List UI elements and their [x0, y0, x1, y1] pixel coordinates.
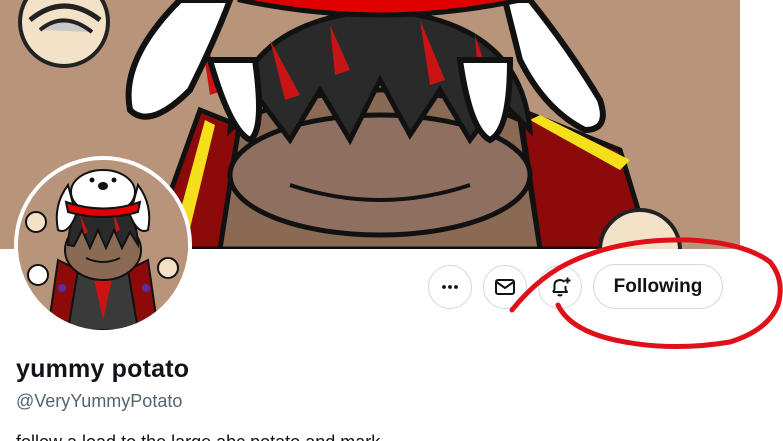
notifications-button[interactable]: [538, 265, 582, 309]
profile-avatar[interactable]: [14, 156, 192, 334]
bell-plus-icon: [552, 277, 571, 297]
following-button[interactable]: Following: [593, 264, 723, 309]
following-button-label: Following: [613, 275, 703, 297]
user-handle: @VeryYummyPotato: [16, 391, 183, 411]
avatar-image: [18, 160, 188, 330]
profile-bio: follow a load to the large abc potato an…: [16, 432, 380, 441]
more-horizontal-icon: [442, 285, 458, 289]
envelope-icon: [495, 279, 515, 295]
display-name: yummy potato: [16, 355, 190, 383]
message-button[interactable]: [483, 265, 527, 309]
profile-page: Following yummy potato @VeryYummyPotato …: [0, 0, 783, 441]
more-button[interactable]: [428, 265, 472, 309]
